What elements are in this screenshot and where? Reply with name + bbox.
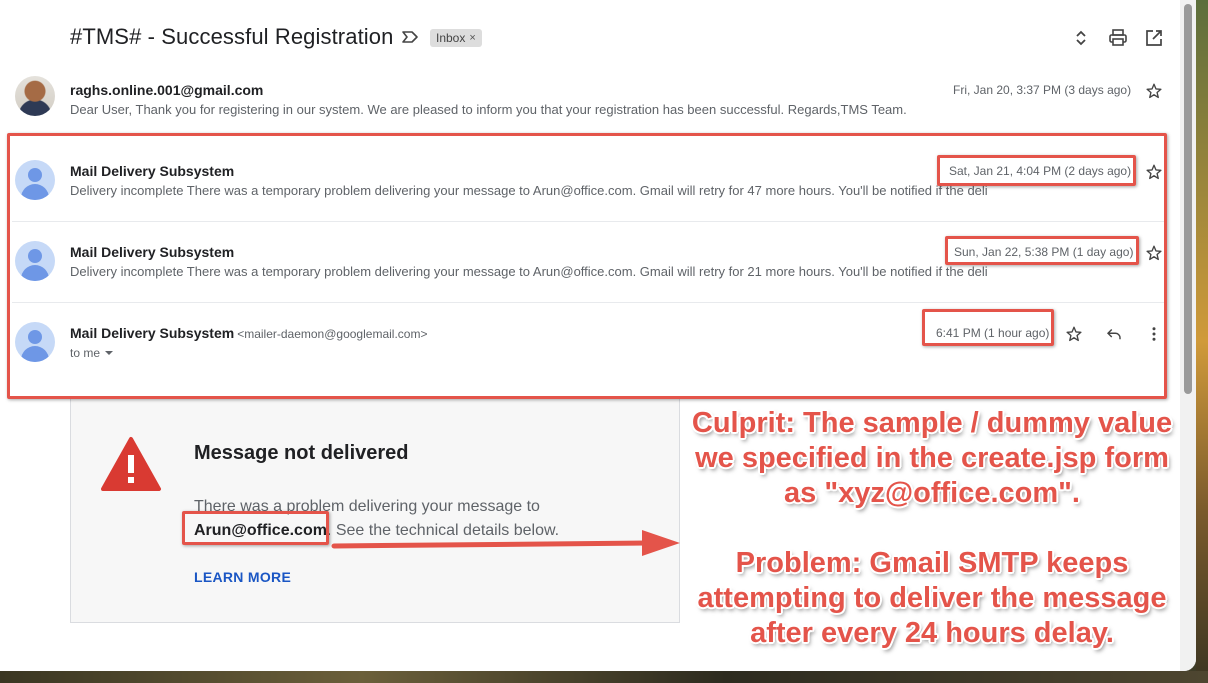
learn-more-link[interactable]: LEARN MORE [194,569,291,585]
culprit-line-2: we specified in the create.jsp form [695,442,1169,474]
gmail-window: #TMS# - Successful Registration Inbox × … [0,0,1196,671]
problem-line-2: attempting to deliver the message [697,582,1167,614]
culprit-line-1: Culprit: The sample / dummy value [691,407,1173,439]
message-1-snippet[interactable]: Dear User, Thank you for registering in … [70,102,907,117]
problem-line-1: Problem: Gmail SMTP keeps [735,547,1129,579]
desktop-background-bottom [0,671,1208,683]
annotation-box-address [182,511,329,545]
sender-avatar-photo[interactable] [15,76,55,116]
problem-annotation: Problem: Gmail SMTP keeps attempting to … [682,546,1182,651]
annotation-box-date-1 [937,155,1136,186]
annotation-box-date-3 [922,309,1054,346]
desktop-background-right [1196,0,1208,683]
label-arrow-icon[interactable] [401,28,419,46]
bounce-title: Message not delivered [194,442,409,464]
culprit-line-3: as "xyz@office.com". [784,477,1080,509]
expand-collapse-icon[interactable] [1071,28,1091,48]
annotation-box-date-2 [945,236,1139,265]
star-outline-icon[interactable] [1145,82,1163,100]
scrollbar-thumb[interactable] [1184,4,1192,394]
inbox-label-text: Inbox [436,31,466,45]
print-icon[interactable] [1108,28,1128,48]
message-1-sender: raghs.online.001@gmail.com [70,82,264,98]
problem-line-3: after every 24 hours delay. [750,617,1114,649]
remove-label-icon[interactable]: × [469,32,475,44]
email-subject: #TMS# - Successful Registration [70,24,394,49]
warning-triangle-icon [101,437,161,491]
message-1-date: Fri, Jan 20, 3:37 PM (3 days ago) [953,83,1132,97]
annotation-arrow [331,530,680,556]
culprit-annotation: Culprit: The sample / dummy value we spe… [682,406,1182,511]
open-in-new-window-icon[interactable] [1144,28,1164,48]
scrollbar[interactable] [1180,0,1196,671]
inbox-label-chip[interactable]: Inbox × [430,29,482,47]
